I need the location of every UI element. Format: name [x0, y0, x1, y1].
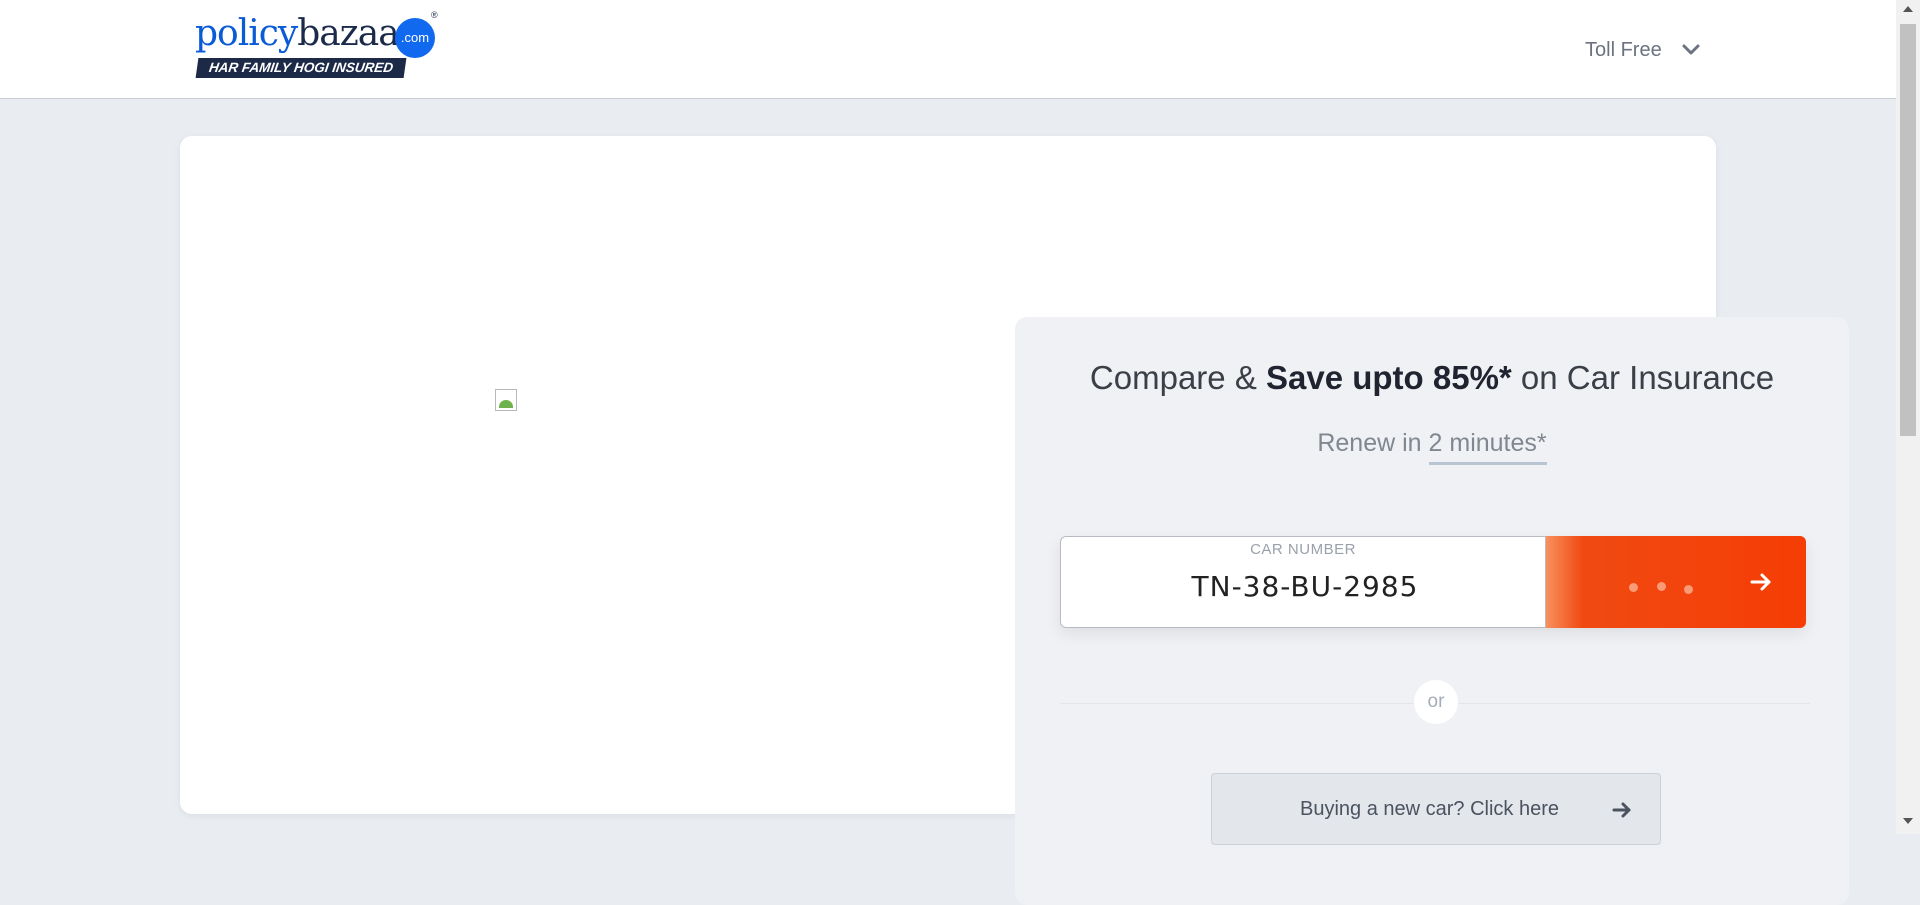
site-header: policybazaar .com ® HAR FAMILY HOGI INSU…	[0, 0, 1896, 99]
loading-dot	[1684, 585, 1693, 594]
loading-dot	[1629, 583, 1638, 592]
car-insurance-form-panel: Compare & Save upto 85%* on Car Insuranc…	[1015, 317, 1849, 905]
toll-free-label: Toll Free	[1585, 39, 1662, 61]
policybazaar-logo[interactable]: policybazaar .com ® HAR FAMILY HOGI INSU…	[195, 10, 440, 82]
logo-tagline: HAR FAMILY HOGI INSURED	[195, 58, 407, 78]
logo-registered-mark: ®	[431, 10, 438, 20]
arrow-right-icon	[1612, 802, 1631, 818]
scroll-up-arrow-icon[interactable]	[1903, 6, 1913, 12]
car-number-input[interactable]	[1061, 569, 1549, 604]
car-number-form: CAR NUMBER	[1060, 536, 1806, 628]
logo-com-badge: .com	[395, 18, 435, 58]
page-scrollbar[interactable]	[1896, 0, 1920, 834]
view-prices-button[interactable]	[1546, 536, 1806, 628]
page-headline: Compare & Save upto 85%* on Car Insuranc…	[1015, 359, 1849, 397]
loading-dot	[1657, 582, 1666, 591]
or-separator: or	[1414, 680, 1458, 724]
subline-duration: 2 minutes*	[1428, 429, 1547, 465]
main-card: Compare & Save upto 85%* on Car Insuranc…	[180, 136, 1849, 905]
new-car-button[interactable]: Buying a new car? Click here	[1211, 773, 1661, 845]
arrow-right-icon	[1750, 573, 1771, 591]
renew-subheading: Renew in 2 minutes*	[1015, 429, 1849, 465]
headline-part1: Compare &	[1089, 359, 1266, 396]
headline-savings: Save upto 85%*	[1266, 359, 1512, 396]
chevron-down-icon	[1682, 44, 1700, 55]
logo-wordmark: policybazaar	[195, 12, 416, 56]
toll-free-dropdown[interactable]: Toll Free	[1585, 36, 1700, 64]
headline-part2: on Car Insurance	[1511, 359, 1775, 396]
scrollbar-thumb[interactable]	[1900, 24, 1916, 436]
scroll-down-arrow-icon[interactable]	[1903, 818, 1913, 824]
car-number-field[interactable]: CAR NUMBER	[1060, 536, 1549, 628]
broken-image-icon	[495, 389, 517, 411]
subline-prefix: Renew in	[1317, 429, 1429, 457]
logo-brand-part1: policy	[195, 13, 298, 54]
car-number-label: CAR NUMBER	[1250, 541, 1356, 558]
